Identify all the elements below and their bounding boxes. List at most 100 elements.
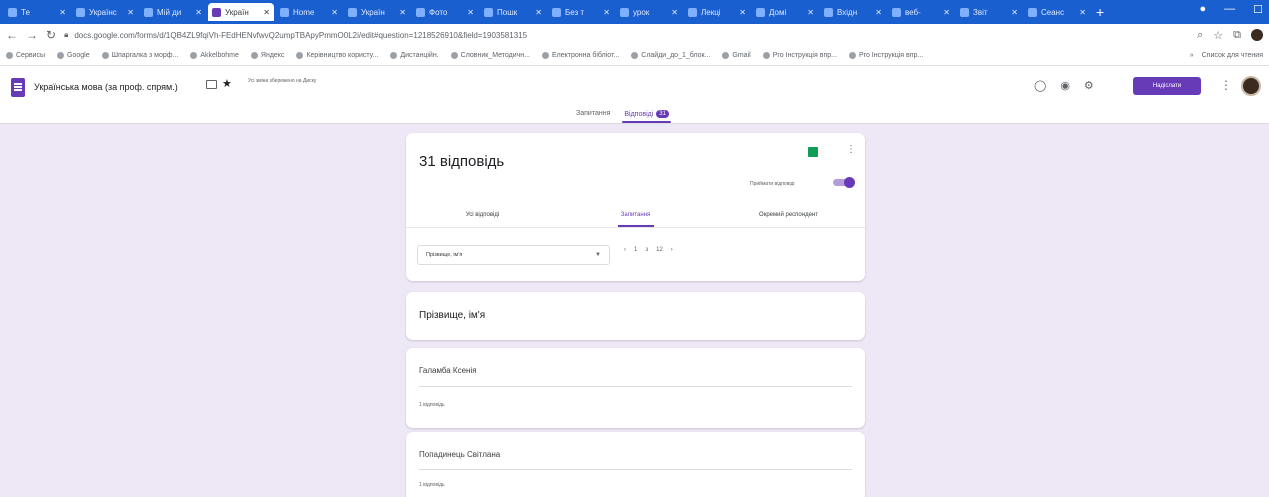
bookmark[interactable]: Сервисы (6, 52, 45, 59)
bookmark[interactable]: Akkelbohme (190, 52, 239, 59)
browser-tab[interactable]: Сеанс ✕ (1024, 3, 1090, 21)
palette-icon[interactable]: ◯ (1034, 79, 1046, 92)
more-vert-icon[interactable]: ⋮ (1220, 78, 1232, 92)
browser-tab[interactable]: Домi ✕ (752, 3, 818, 21)
page-current[interactable]: 1 (634, 247, 637, 253)
close-icon[interactable]: ✕ (467, 8, 474, 17)
next-page-icon[interactable]: › (671, 247, 673, 253)
tab-individual[interactable]: Окремий респондент (712, 203, 865, 227)
close-icon[interactable]: ✕ (263, 8, 270, 17)
close-icon[interactable]: ✕ (1011, 8, 1018, 17)
folder-icon[interactable] (206, 80, 217, 89)
bookmark[interactable]: Pro Інструкція впр... (848, 52, 923, 59)
browser-tab-strip: Те ✕ Українс ✕ Мій ди ✕ Україн ✕ Home ✕ Украї… (0, 0, 1269, 24)
browser-tab[interactable]: Пошк ✕ (480, 3, 546, 21)
send-button[interactable]: Надіслати (1133, 77, 1201, 95)
close-icon[interactable]: ✕ (195, 8, 202, 17)
tab-questions[interactable]: Запитання (576, 110, 610, 118)
address-bar-actions: ⌕ ☆ ⧉ (1197, 29, 1263, 42)
close-icon[interactable]: ✕ (875, 8, 882, 17)
tab-summary[interactable]: Усі відповіді (406, 203, 559, 227)
tab-favicon-icon (144, 7, 153, 17)
bookmark[interactable]: Словник_Методичн... (450, 52, 530, 59)
reload-icon[interactable]: ↻ (46, 28, 56, 42)
preview-eye-icon[interactable]: ◉ (1060, 79, 1070, 92)
forms-header: Українська мова (за проф. спрям.) ★ Усі … (0, 66, 1269, 124)
browser-tab[interactable]: Вхідн ✕ (820, 3, 886, 21)
browser-tab[interactable]: Україн ✕ (344, 3, 410, 21)
forward-icon[interactable]: → (26, 28, 38, 42)
close-icon[interactable]: ✕ (603, 8, 610, 17)
close-icon[interactable]: ✕ (331, 8, 338, 17)
answer-card: Галамба Ксенія 1 відповідь (406, 348, 865, 428)
bookmark[interactable]: Дистанційн. (390, 52, 439, 59)
gmail-icon (722, 52, 730, 59)
browser-tab[interactable]: Фото ✕ (412, 3, 478, 21)
url-field[interactable]: 🔒︎ docs.google.com/forms/d/1QB4ZL9fqiVh-… (64, 30, 1197, 40)
accepting-responses-toggle[interactable] (833, 177, 855, 188)
user-avatar[interactable] (1241, 76, 1261, 96)
bookmark-icon (631, 52, 639, 59)
apps-icon (6, 52, 13, 59)
close-icon[interactable]: ✕ (807, 8, 814, 17)
profile-avatar[interactable] (1251, 29, 1263, 41)
close-icon[interactable]: ✕ (535, 8, 542, 17)
new-tab-button[interactable]: + (1096, 4, 1104, 20)
tab-responses[interactable]: Відповіді 31 (622, 110, 671, 123)
browser-tab[interactable]: Лекці ✕ (684, 3, 750, 21)
close-icon[interactable]: ✕ (739, 8, 746, 17)
settings-gear-icon[interactable]: ⚙ (1084, 79, 1094, 92)
bookmark[interactable]: Google (57, 52, 90, 59)
bookmark-icon (450, 52, 458, 59)
form-title[interactable]: Українська мова (за проф. спрям.) (34, 82, 178, 92)
question-select-value: Прізвище, ім'я (426, 252, 463, 258)
more-vert-icon[interactable]: ⋮ (846, 144, 856, 155)
close-icon[interactable]: ✕ (943, 8, 950, 17)
forms-logo-icon[interactable] (11, 78, 25, 97)
star-icon[interactable]: ★ (222, 77, 232, 90)
browser-tab-active[interactable]: Україн ✕ (208, 3, 274, 21)
extensions-icon[interactable]: ⧉ (1233, 29, 1241, 42)
minimize-icon[interactable]: — (1224, 3, 1235, 16)
browser-tab[interactable]: Звіт ✕ (956, 3, 1022, 21)
tab-favicon-icon (620, 7, 629, 17)
tab-favicon-icon (416, 7, 425, 17)
browser-tab[interactable]: Українс ✕ (72, 3, 138, 21)
bookmark[interactable]: Gmail (722, 52, 751, 59)
zoom-icon[interactable]: ⌕ (1197, 29, 1203, 42)
bookmark-star-icon[interactable]: ☆ (1213, 29, 1223, 42)
profile-dot-icon[interactable]: ● (1199, 3, 1206, 16)
answer-count: 1 відповідь (419, 482, 445, 488)
back-icon[interactable]: ← (6, 28, 18, 42)
divider (419, 386, 852, 387)
close-icon[interactable]: ✕ (127, 8, 134, 17)
close-icon[interactable]: ✕ (1079, 8, 1086, 17)
maximize-icon[interactable]: ☐ (1253, 3, 1263, 16)
bookmark[interactable]: Слайди_до_1_блок... (631, 52, 710, 59)
bookmark[interactable]: Шпаргалка з морф... (101, 52, 178, 59)
reading-list[interactable]: » Список для чтения (1190, 52, 1263, 59)
gmail-icon (762, 52, 770, 59)
bookmark[interactable]: Pro Інструкція впр... (762, 52, 837, 59)
tab-favicon-icon (8, 7, 17, 17)
bookmark[interactable]: Електронна бібліот... (542, 52, 619, 59)
browser-tab[interactable]: урок ✕ (616, 3, 682, 21)
browser-tab[interactable]: Home ✕ (276, 3, 342, 21)
prev-page-icon[interactable]: ‹ (624, 247, 626, 253)
bookmark[interactable]: Керівництво користу... (296, 52, 378, 59)
close-icon[interactable]: ✕ (671, 8, 678, 17)
responses-summary-card: 31 відповідь Приймати відповіді Усі відп… (406, 133, 865, 281)
browser-tab[interactable]: Без т ✕ (548, 3, 614, 21)
question-card: Прізвище, ім'я (406, 292, 865, 340)
tab-by-question[interactable]: Запитання (559, 203, 712, 227)
close-icon[interactable]: ✕ (59, 8, 66, 17)
sheets-icon[interactable] (808, 147, 818, 157)
question-select[interactable]: Прізвище, ім'я ▼ (417, 245, 610, 265)
browser-tab[interactable]: Мій ди ✕ (140, 3, 206, 21)
close-icon[interactable]: ✕ (399, 8, 406, 17)
browser-tab[interactable]: веб- ✕ (888, 3, 954, 21)
tab-favicon-icon (960, 7, 969, 17)
bookmark-icon (101, 52, 109, 59)
browser-tab[interactable]: Те ✕ (4, 3, 70, 21)
bookmark[interactable]: Яндекс (250, 52, 284, 59)
